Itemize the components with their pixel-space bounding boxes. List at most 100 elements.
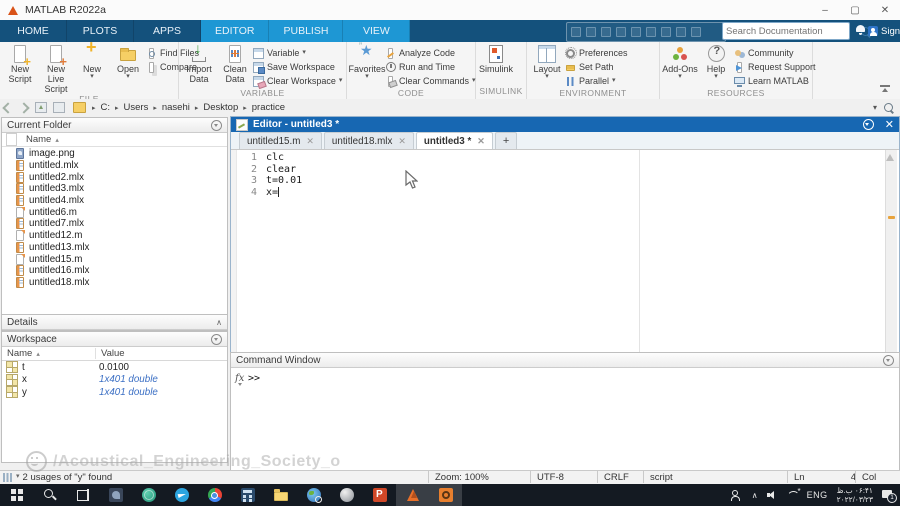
toolbar-big-button[interactable]: Favorites ▾ [349,41,386,80]
taskbar-item[interactable] [33,484,66,506]
orange-marker[interactable] [887,216,895,219]
file-type-indicator[interactable]: script [643,471,788,483]
toolbar-big-button[interactable]: Help ▾ [698,45,734,80]
toolbar-small-button[interactable]: Preferences [564,46,628,60]
taskbar-item[interactable] [165,484,198,506]
code-line[interactable]: 1 clc [231,152,899,164]
taskbar-item[interactable] [0,484,33,506]
ribbon-tab[interactable]: EDITOR [201,20,270,42]
toolbar-small-button[interactable]: Run and Time [385,60,476,74]
panel-menu-icon[interactable] [883,354,894,366]
tab-close-icon[interactable]: ✕ [477,136,485,147]
toolbar-big-button[interactable]: New Script [2,45,38,94]
editor-title-bar[interactable]: Editor - untitled3 * ✕ [231,117,899,132]
file-list-item[interactable]: untitled3.mlx [2,183,227,195]
editor-close-icon[interactable]: ✕ [885,119,894,130]
file-list-item[interactable]: untitled7.mlx [2,218,227,230]
file-list-item[interactable]: untitled18.mlx [2,276,227,289]
back-icon[interactable] [2,101,14,114]
toolbar-big-button[interactable]: Import Data [181,43,217,84]
window-icon[interactable] [661,27,671,37]
file-list-item[interactable]: untitled12.m [2,230,227,242]
panel-menu-icon[interactable] [211,119,222,131]
cut-icon[interactable] [586,27,596,37]
taskbar-item[interactable] [66,484,99,506]
people-icon[interactable] [730,490,743,501]
encoding-indicator[interactable]: UTF-8 [530,471,598,483]
toolbar-small-button[interactable]: Clear Workspace ▾ [253,74,342,88]
panel-menu-icon[interactable] [862,119,874,130]
collapse-ribbon-icon[interactable] [880,85,890,93]
workspace-row[interactable]: y 1x401 double [2,386,227,399]
fx-icon[interactable]: fx [235,373,244,386]
toolbar-big-button[interactable]: New ▾ [74,42,110,94]
ribbon-tab[interactable]: HOME [0,20,67,42]
toolbar-small-button[interactable]: Learn MATLAB [734,74,816,88]
new-tab-button[interactable]: + [494,132,518,149]
zoom-level[interactable]: Zoom: 100% [428,471,531,483]
address-dropdown-icon[interactable]: ▾ [873,103,877,111]
workspace-row[interactable]: t 0.0100 [2,361,227,374]
code-line[interactable]: 2 clear [231,164,899,176]
hidden-icons-caret[interactable]: ∧ [752,491,758,500]
editor-tab[interactable]: untitled15.m ✕ [239,132,322,149]
ribbon-tab[interactable]: PUBLISH [269,20,344,42]
file-list-item[interactable]: untitled2.mlx [2,171,227,183]
taskbar-item[interactable] [198,484,231,506]
breadcrumb-segment[interactable]: nasehi [162,102,190,113]
ribbon-tab[interactable]: APPS [134,20,201,42]
toolbar-small-button[interactable]: Variable ▾ [253,46,342,60]
taskbar-item[interactable] [231,484,264,506]
panel-menu-icon[interactable] [211,333,222,345]
forward-icon[interactable] [18,101,30,114]
warning-triangle-icon[interactable] [885,154,894,161]
undo-icon[interactable] [631,27,641,37]
breakpoint-gutter[interactable] [231,150,237,353]
file-list-item[interactable]: untitled6.m [2,206,227,218]
ribbon-tab[interactable]: PLOTS [67,20,134,42]
toolbar-big-button[interactable]: Add-Ons ▾ [662,45,698,80]
eol-indicator[interactable]: CRLF [597,471,644,483]
redo-icon[interactable] [646,27,656,37]
toolbar-big-button[interactable]: Layout ▾ [529,45,565,80]
toolbar-small-button[interactable]: Save Workspace [253,60,342,74]
file-list-item[interactable]: image.png [2,148,227,160]
collapse-panel-icon[interactable]: ∧ [216,318,222,327]
toolbar-small-button[interactable]: Analyze Code [385,46,476,60]
dropdown-arrow-icon[interactable]: ▾ [16,473,20,480]
taskbar-clock[interactable]: ۰۶:۴۱ ب.ظ ۲۰۲۲/۰۳/۲۳ [837,486,873,504]
code-line[interactable]: 3 t=0.01 [231,175,899,187]
toolbar-big-button[interactable]: New Live Script [38,45,74,94]
taskbar-item[interactable] [132,484,165,506]
help-icon[interactable] [676,27,686,37]
workspace-columns[interactable]: Name ▴ Value [2,347,227,361]
paste-icon[interactable] [616,27,626,37]
browse-folder-icon[interactable] [53,102,65,113]
action-center-icon[interactable]: 1 [882,489,897,503]
volume-icon[interactable] [766,490,778,500]
taskbar-item[interactable] [99,484,132,506]
close-button[interactable]: ✕ [870,0,900,20]
file-list-item[interactable]: untitled4.mlx [2,195,227,207]
editor-tab[interactable]: untitled18.mlx ✕ [323,132,414,149]
breadcrumb-segment[interactable]: Desktop [203,102,238,113]
toolbar-small-button[interactable]: Parallel ▾ [565,74,628,88]
file-list-item[interactable]: untitled16.mlx [2,265,227,277]
taskbar-item[interactable] [396,484,429,506]
save-icon[interactable] [571,27,581,37]
code-editor[interactable]: 1 clc 2 clear 3 t=0.01 4 x= [231,150,899,353]
breadcrumb-segment[interactable]: C: [101,102,111,113]
code-line[interactable]: 4 x= [231,186,899,199]
copy-icon[interactable] [601,27,611,37]
ribbon-tab[interactable]: VIEW [343,20,411,42]
up-folder-icon[interactable] [35,102,47,113]
address-search-icon[interactable] [884,103,893,112]
file-list-item[interactable]: untitled13.mlx [2,241,227,254]
file-list-header[interactable]: Name ▴ [2,133,227,147]
toolbar-big-button[interactable]: Clean Data [217,45,253,84]
breadcrumb-segment[interactable]: practice [252,102,285,113]
taskbar-item[interactable] [264,484,297,506]
toolbar-big-button[interactable]: Simulink [478,45,514,74]
toolbar-small-button[interactable]: Clear Commands ▾ [385,74,476,88]
minimize-button[interactable]: – [810,0,840,20]
